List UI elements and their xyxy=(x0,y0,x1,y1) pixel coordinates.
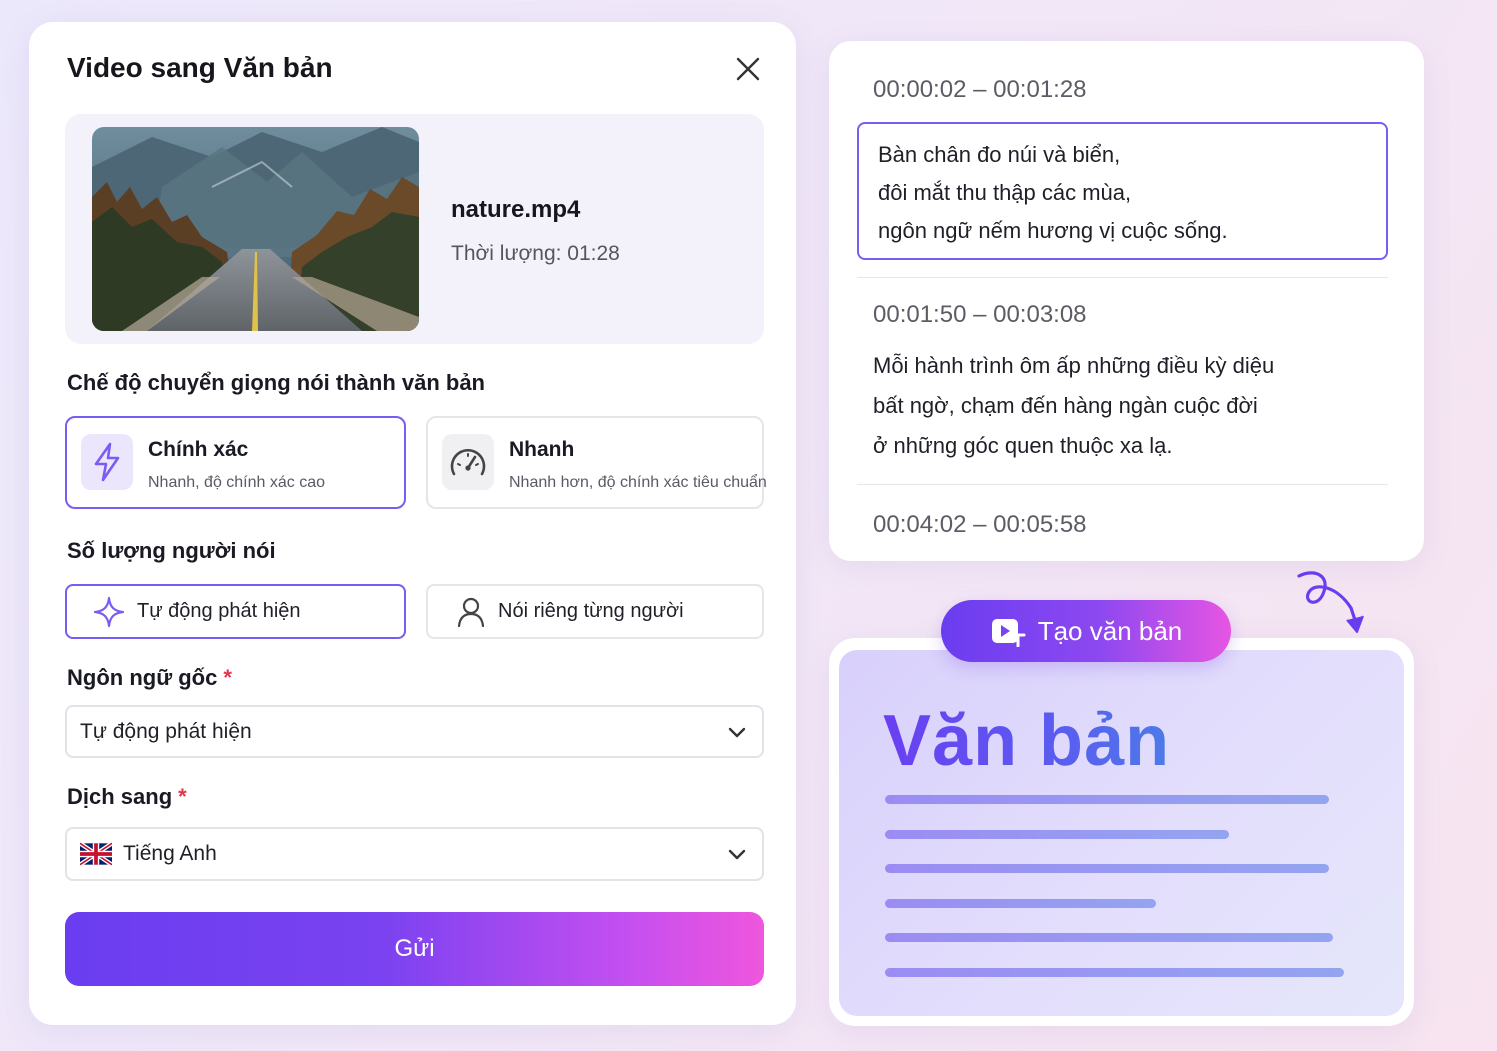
mode-title: Nhanh xyxy=(509,438,575,461)
segment-line: Bàn chân đo núi và biển, xyxy=(878,142,1121,167)
segment-text: Bàn chân đo núi và biển, đôi mắt thu thậ… xyxy=(878,136,1228,250)
create-text-label: Tạo văn bản xyxy=(1037,615,1183,646)
create-text-button[interactable]: Tạo văn bản xyxy=(941,600,1231,662)
mode-description: Nhanh, độ chính xác cao xyxy=(148,474,326,491)
file-duration: Thời lượng: 01:28 xyxy=(451,242,620,265)
speaker-auto-label: Tự động phát hiện xyxy=(137,600,301,622)
speedometer-icon xyxy=(442,434,494,490)
target-language-label: Dịch sang * xyxy=(67,784,187,810)
text-line-placeholder xyxy=(885,830,1229,839)
curly-arrow-icon xyxy=(1297,571,1364,633)
video-text-icon xyxy=(991,619,1026,647)
transcript-segment-highlighted[interactable]: Bàn chân đo núi và biển, đôi mắt thu thậ… xyxy=(857,122,1388,260)
text-line-placeholder xyxy=(885,864,1329,873)
speaker-individual-label: Nói riêng từng người xyxy=(498,600,684,622)
close-button[interactable] xyxy=(731,52,765,86)
document-title: Văn bản xyxy=(883,701,1171,781)
segment-line: ngôn ngữ nếm hương vị cuộc sống. xyxy=(878,218,1228,243)
segment-timestamp: 00:04:02 – 00:05:58 xyxy=(873,511,1087,538)
source-language-select[interactable]: Tự động phát hiện xyxy=(65,705,764,758)
lightning-icon xyxy=(81,434,133,490)
segment-line: ở những góc quen thuộc xa lạ. xyxy=(873,433,1173,458)
text-line-placeholder xyxy=(885,795,1329,804)
video-thumbnail-image xyxy=(92,127,419,331)
divider xyxy=(857,277,1388,278)
chevron-down-icon xyxy=(728,849,746,860)
target-language-value: Tiếng Anh xyxy=(123,842,217,865)
segment-timestamp: 00:00:02 – 00:01:28 xyxy=(873,76,1087,103)
speaker-auto-detect-button[interactable]: Tự động phát hiện xyxy=(65,584,406,639)
video-to-text-dialog: Video sang Văn bản nature.mp4 Thời lượng… xyxy=(29,22,796,1025)
uk-flag-icon xyxy=(80,841,112,867)
video-thumbnail[interactable] xyxy=(92,127,419,331)
file-card: nature.mp4 Thời lượng: 01:28 xyxy=(65,114,764,344)
user-icon xyxy=(457,597,485,627)
target-language-label-text: Dịch sang xyxy=(67,784,173,809)
mode-section-label: Chế độ chuyển giọng nói thành văn bản xyxy=(67,370,485,395)
mode-option-accurate[interactable]: Chính xác Nhanh, độ chính xác cao xyxy=(65,416,406,509)
mode-option-fast[interactable]: Nhanh Nhanh hơn, độ chính xác tiêu chuẩn xyxy=(426,416,767,509)
target-language-select[interactable]: Tiếng Anh xyxy=(65,827,764,881)
source-language-value: Tự động phát hiện xyxy=(80,719,252,743)
source-language-label-text: Ngôn ngữ gốc xyxy=(67,665,218,690)
chevron-down-icon xyxy=(728,727,746,737)
mode-description: Nhanh hơn, độ chính xác tiêu chuẩn xyxy=(509,474,767,491)
file-name: nature.mp4 xyxy=(451,196,581,223)
segment-line: bất ngờ, chạm đến hàng ngàn cuộc đời xyxy=(873,393,1258,418)
text-line-placeholder xyxy=(885,899,1156,908)
document-preview-card: Văn bản xyxy=(829,638,1414,1026)
mode-title: Chính xác xyxy=(148,438,249,461)
segment-timestamp: 00:01:50 – 00:03:08 xyxy=(873,301,1087,328)
text-line-placeholder xyxy=(885,933,1333,942)
text-line-placeholder xyxy=(885,968,1344,977)
source-language-label: Ngôn ngữ gốc * xyxy=(67,665,232,691)
segment-line: Mỗi hành trình ôm ấp những điều kỳ diệu xyxy=(873,353,1275,378)
divider xyxy=(857,484,1388,485)
speaker-section-label: Số lượng người nói xyxy=(67,538,276,563)
required-mark: * xyxy=(178,784,187,809)
segment-text: Mỗi hành trình ôm ấp những điều kỳ diệu … xyxy=(873,346,1274,466)
transcript-panel: 00:00:02 – 00:01:28 Bàn chân đo núi và b… xyxy=(829,41,1424,561)
submit-button[interactable]: Gửi xyxy=(65,912,764,986)
required-mark: * xyxy=(223,665,232,690)
document-preview: Văn bản xyxy=(839,650,1404,1016)
dialog-title: Video sang Văn bản xyxy=(67,52,333,83)
close-icon xyxy=(736,57,760,81)
speaker-individual-button[interactable]: Nói riêng từng người xyxy=(426,584,764,639)
sparkle-icon xyxy=(93,596,125,627)
segment-line: đôi mắt thu thập các mùa, xyxy=(878,180,1132,205)
